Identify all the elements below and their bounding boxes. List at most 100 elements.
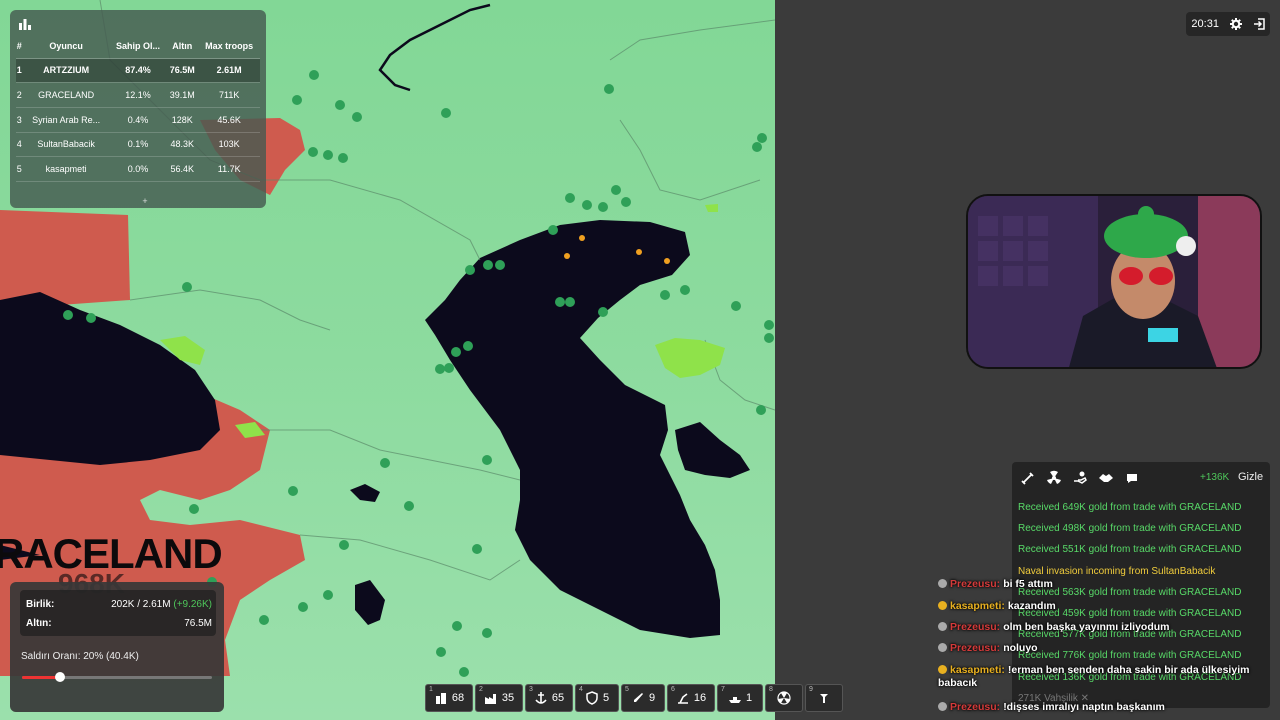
user-badge-icon xyxy=(938,643,947,652)
chat-username: kasapmeti: xyxy=(950,600,1005,612)
slider-thumb[interactable] xyxy=(55,672,65,682)
troops-cell: 711K xyxy=(198,82,260,108)
user-badge-icon xyxy=(938,622,947,631)
leaderboard-row[interactable]: 2 GRACELAND 12.1% 39.1M 711K xyxy=(16,82,260,108)
owned-cell: 0.1% xyxy=(109,132,167,158)
attack-ratio-label: Saldırı Oranı: 20% (40.4K) xyxy=(21,651,139,662)
user-badge-icon xyxy=(938,601,947,610)
leaderboard-row[interactable]: 5 kasapmeti 0.0% 56.4K 11.7K xyxy=(16,156,260,182)
header-owned[interactable]: Sahip Ol... xyxy=(109,34,167,59)
gold-gain-indicator: +136K xyxy=(1200,472,1230,483)
header-player[interactable]: Oyuncu xyxy=(22,34,110,59)
header-max-troops[interactable]: Max troops xyxy=(198,34,260,59)
troops-gain: (+9.26K) xyxy=(173,598,212,610)
game-screen: { "leaderboard": { "headers": ["#", "Oyu… xyxy=(0,0,1280,720)
hotkey-label: 4 xyxy=(579,686,583,693)
player-cell: Syrian Arab Re... xyxy=(22,107,110,133)
troops-cell: 2.61M xyxy=(198,58,260,84)
troops-count: 202K / 2.61M xyxy=(111,598,171,610)
owned-cell: 12.1% xyxy=(109,82,167,108)
chat-icon[interactable] xyxy=(1124,470,1140,486)
gold-label: Altın: xyxy=(26,617,52,629)
leaderboard-panel: # Oyuncu Sahip Ol... Altın Max troops 1 … xyxy=(10,10,266,208)
alliance-icon[interactable] xyxy=(1098,470,1114,486)
exit-icon[interactable] xyxy=(1253,18,1265,30)
nuke-icon[interactable] xyxy=(1046,470,1062,486)
factory-icon xyxy=(484,694,496,704)
bar-chart-icon[interactable] xyxy=(18,17,32,31)
user-badge-icon xyxy=(938,665,947,674)
troops-row: Birlik: 202K / 2.61M (+9.26K) xyxy=(26,595,212,613)
gold-cell: 128K xyxy=(166,107,199,133)
build-slot-sam-launcher[interactable]: 6 16 xyxy=(667,684,715,712)
gear-icon[interactable] xyxy=(1229,18,1242,30)
chat-message: Prezeusu: noluyo xyxy=(938,642,1274,655)
hotkey-label: 8 xyxy=(769,686,773,693)
gold-cell: 39.1M xyxy=(166,82,199,108)
build-slot-missile-silo[interactable]: 59 xyxy=(621,684,665,712)
leaderboard-row[interactable]: 3 Syrian Arab Re... 0.4% 128K 45.6K xyxy=(16,107,260,133)
chat-username: kasapmeti: xyxy=(950,664,1005,676)
chat-username: Prezeusu: xyxy=(950,701,1001,713)
stats-box: Birlik: 202K / 2.61M (+9.26K) Altın: 76.… xyxy=(20,590,216,636)
build-count: 16 xyxy=(693,692,707,704)
stream-chat-overlay: Prezeusu: bi f5 attım kasapmeti: kazandım Pr… xyxy=(938,576,1274,718)
owned-cell: 0.0% xyxy=(109,156,167,182)
build-slot-warship[interactable]: 71 xyxy=(717,684,763,712)
chat-text: bi f5 attım xyxy=(1003,578,1053,590)
player-cell: ARTZZIUM xyxy=(22,58,110,84)
build-slot-factory[interactable]: 2 35 xyxy=(475,684,523,712)
attack-ratio-slider[interactable] xyxy=(22,672,212,682)
build-slot-city[interactable]: 1 68 xyxy=(425,684,473,712)
hotkey-label: 7 xyxy=(721,686,725,693)
hotkey-label: 1 xyxy=(429,686,433,693)
top-right-controls: 20:31 xyxy=(1186,12,1270,36)
hydrogen-bomb-icon xyxy=(820,694,828,703)
header-gold[interactable]: Altın xyxy=(166,34,199,59)
player-cell: SultanBabacik xyxy=(22,132,110,158)
events-toolbar xyxy=(1012,462,1270,494)
user-badge-icon xyxy=(938,579,947,588)
leaderboard-expand-button[interactable]: + xyxy=(135,196,155,208)
event-message: Received 498K gold from trade with GRACE… xyxy=(1018,523,1242,535)
player-stats-panel: Birlik: 202K / 2.61M (+9.26K) Altın: 76.… xyxy=(10,582,224,712)
defense-post-icon xyxy=(586,691,598,705)
hotkey-label: 9 xyxy=(809,686,813,693)
chat-username: Prezeusu: xyxy=(950,642,1001,654)
user-badge-icon xyxy=(938,702,947,711)
owned-cell: 87.4% xyxy=(109,58,167,84)
event-message: Naval invasion incoming from SultanBabac… xyxy=(1018,565,1216,577)
build-slot-port[interactable]: 3 65 xyxy=(525,684,573,712)
leaderboard-row[interactable]: 1 ARTZZIUM 87.4% 76.5M 2.61M xyxy=(16,58,260,84)
build-count: 65 xyxy=(551,692,565,704)
build-slot-atom-bomb[interactable]: 8 xyxy=(765,684,803,712)
leaderboard-table: # Oyuncu Sahip Ol... Altın Max troops 1 … xyxy=(16,34,260,182)
gold-row: Altın: 76.5M xyxy=(26,614,212,632)
hotkey-label: 6 xyxy=(671,686,675,693)
troops-cell: 45.6K xyxy=(198,107,260,133)
warship-icon xyxy=(728,697,741,703)
player-cell: kasapmeti xyxy=(22,156,110,182)
chat-message: Prezeusu: bi f5 attım xyxy=(938,578,1274,591)
troops-cell: 11.7K xyxy=(198,156,260,182)
troops-label: Birlik: xyxy=(26,598,55,610)
build-slot-hydrogen-bomb[interactable]: 9 xyxy=(805,684,843,712)
gold-cell: 48.3K xyxy=(166,132,199,158)
sam-launcher-icon xyxy=(677,693,688,704)
hotkey-label: 3 xyxy=(529,686,533,693)
chat-username: Prezeusu: xyxy=(950,621,1001,633)
chat-text: kazandım xyxy=(1007,600,1056,612)
gold-value: 76.5M xyxy=(184,617,212,629)
sword-icon[interactable] xyxy=(1020,470,1036,486)
donate-icon[interactable] xyxy=(1072,470,1088,486)
chat-message: kasapmeti: !erman ben senden daha sakin b… xyxy=(938,664,1274,690)
chat-text: !dişses imralıyı naptın başkanım xyxy=(1003,701,1165,713)
event-message: Received 551K gold from trade with GRACE… xyxy=(1018,544,1242,556)
chat-username: Prezeusu: xyxy=(950,578,1001,590)
chat-text: noluyo xyxy=(1003,642,1038,654)
hide-events-button[interactable]: Gizle xyxy=(1238,471,1263,483)
chat-message: Prezeusu: !dişses imralıyı naptın başkanı… xyxy=(938,701,1274,714)
troops-value: 202K / 2.61M (+9.26K) xyxy=(111,599,212,610)
build-slot-defense-post[interactable]: 45 xyxy=(575,684,619,712)
leaderboard-row[interactable]: 4 SultanBabacik 0.1% 48.3K 103K xyxy=(16,132,260,158)
